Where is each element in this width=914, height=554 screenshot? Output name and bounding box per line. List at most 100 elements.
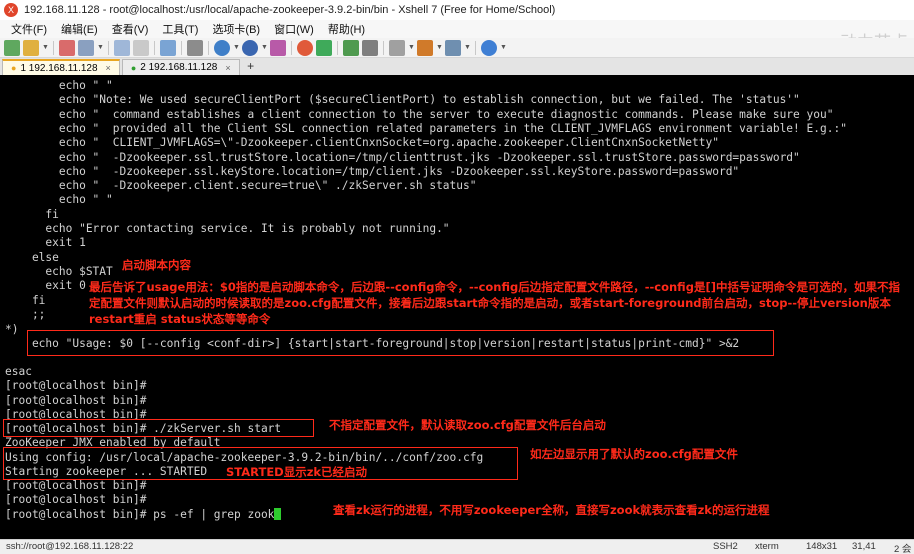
toolbar-divider: [154, 40, 155, 55]
menu-tools[interactable]: 工具(T): [155, 21, 205, 37]
terminal-line: echo " ": [5, 79, 113, 92]
text-cursor: [274, 508, 282, 520]
menu-view[interactable]: 查看(V): [105, 21, 156, 37]
terminal-line: [root@localhost bin]#: [5, 493, 147, 506]
new-session-icon[interactable]: [4, 39, 20, 56]
terminal-line: echo " command establishes a client conn…: [5, 108, 834, 121]
tab-label: 2 192.168.11.128: [140, 62, 218, 73]
terminal-output[interactable]: echo " " echo "Note: We used secureClien…: [0, 75, 914, 539]
pin-icon: ●: [130, 62, 137, 73]
chevron-down-icon[interactable]: ▼: [436, 40, 443, 56]
tab-session-2[interactable]: ● 2 192.168.11.128 ×: [121, 59, 240, 75]
terminal-line: echo "Note: We used secureClientPort ($s…: [5, 93, 800, 106]
highlight-usage-box: [27, 330, 774, 356]
toolbar-divider: [108, 40, 109, 55]
session-tab-bar: ● 1 192.168.11.128 × ● 2 192.168.11.128 …: [0, 58, 914, 75]
open-folder-icon[interactable]: [23, 39, 39, 56]
terminal-line: ;;: [5, 308, 46, 321]
annotation-config-note: 如左边显示用了默认的zoo.cfg配置文件: [530, 447, 738, 461]
print-icon[interactable]: [187, 39, 203, 56]
terminal-line: echo $STAT: [5, 265, 113, 278]
pin-icon: ●: [11, 63, 17, 73]
terminal-prompt-line[interactable]: [root@localhost bin]# ps -ef | grep zook: [5, 508, 282, 522]
search-icon[interactable]: [160, 39, 176, 56]
terminal-line: exit 0: [5, 279, 86, 292]
tab-session-1[interactable]: ● 1 192.168.11.128 ×: [2, 59, 120, 75]
toolbar-divider: [53, 40, 54, 55]
cursor-position-label: 31,41: [852, 541, 876, 552]
help-icon[interactable]: [481, 39, 497, 56]
add-tab-button[interactable]: +: [243, 59, 259, 75]
script-icon[interactable]: [417, 39, 433, 56]
disconnect-icon[interactable]: [78, 39, 94, 56]
copy-icon[interactable]: [114, 39, 130, 56]
terminal-line: exit 1: [5, 236, 86, 249]
annotation-started-note: STARTED显示zk已经启动: [226, 465, 368, 479]
menu-help[interactable]: 帮助(H): [321, 21, 372, 37]
toolbar: ▼ ▼ ▼ ▼ ▼ ▼ ▼ ▼: [0, 38, 914, 58]
terminal-line: echo " provided all the Client SSL conne…: [5, 122, 847, 135]
terminal-line: echo " -Dzookeeper.ssl.keyStore.location…: [5, 165, 740, 178]
close-icon[interactable]: ×: [106, 63, 111, 73]
terminal-line: echo "Error contacting service. It is pr…: [5, 222, 450, 235]
paste-icon[interactable]: [133, 39, 149, 56]
connection-address: ssh://root@192.168.11.128:22: [6, 541, 134, 552]
menu-bar: 文件(F) 编辑(E) 查看(V) 工具(T) 选项卡(B) 窗口(W) 帮助(…: [0, 20, 914, 38]
terminal-size-label: 148x31: [806, 541, 838, 552]
annotation-grep-note: 查看zk运行的进程，不用写zookeeper全称，直接写zook就表示查看zk的…: [333, 503, 770, 517]
terminal-line: fi: [5, 208, 59, 221]
session-count-label: 2 会: [894, 544, 912, 554]
close-icon[interactable]: ×: [225, 63, 230, 73]
globe-icon[interactable]: [214, 39, 230, 56]
toolbar-divider: [475, 40, 476, 55]
toolbar-divider: [181, 40, 182, 55]
chevron-down-icon[interactable]: ▼: [97, 40, 104, 56]
terminal-line: echo " -Dzookeeper.ssl.trustStore.locati…: [5, 151, 800, 164]
chevron-down-icon[interactable]: ▼: [261, 40, 268, 56]
protocol-label: SSH2: [713, 541, 738, 552]
prompt-text: [root@localhost bin]# ps -ef | grep zook: [5, 508, 275, 521]
annotation-startup-script: 启动脚本内容: [122, 258, 191, 272]
terminal-type-label: xterm: [755, 541, 779, 552]
xftp-icon[interactable]: [297, 39, 313, 56]
fullscreen-icon[interactable]: [343, 39, 359, 56]
menu-file[interactable]: 文件(F): [4, 21, 54, 37]
terminal-line: fi: [5, 294, 46, 307]
chevron-down-icon[interactable]: ▼: [408, 40, 415, 56]
layout-icon[interactable]: [445, 39, 461, 56]
terminal-line: [root@localhost bin]#: [5, 479, 147, 492]
toolbar-divider: [291, 40, 292, 55]
xshell-logo-icon: X: [4, 3, 18, 17]
title-bar: X 192.168.11.128 - root@localhost:/usr/l…: [0, 0, 914, 20]
lock-icon[interactable]: [362, 39, 378, 56]
highlight-start-command-box: [3, 419, 314, 437]
terminal-line: [root@localhost bin]#: [5, 379, 147, 392]
terminal-line: echo " -Dzookeeper.client.secure=true\" …: [5, 179, 477, 192]
toolbar-divider: [208, 40, 209, 55]
terminal-line: echo " ": [5, 193, 113, 206]
keyboard-icon[interactable]: [389, 39, 405, 56]
menu-edit[interactable]: 编辑(E): [54, 21, 105, 37]
terminal-line: esac: [5, 365, 32, 378]
tab-label: 1 192.168.11.128: [20, 62, 98, 74]
toolbar-divider: [337, 40, 338, 55]
annotation-start-note: 不指定配置文件，默认读取zoo.cfg配置文件后台启动: [329, 418, 606, 432]
terminal-line: [root@localhost bin]#: [5, 394, 147, 407]
status-bar: ssh://root@192.168.11.128:22 SSH2 xterm …: [0, 539, 914, 554]
terminal-line: echo " CLIENT_JVMFLAGS=\"-Dzookeeper.cli…: [5, 136, 719, 149]
font-icon[interactable]: [270, 39, 286, 56]
terminal-line: else: [5, 251, 59, 264]
annotation-usage-note: 最后告诉了usage用法：$0指的是启动脚本命令，后边跟--config命令，-…: [89, 280, 900, 326]
terminal-line: *): [5, 323, 19, 336]
chevron-down-icon[interactable]: ▼: [233, 40, 240, 56]
chevron-down-icon[interactable]: ▼: [42, 40, 49, 56]
menu-tabs[interactable]: 选项卡(B): [205, 21, 267, 37]
connect-icon[interactable]: [59, 39, 75, 56]
window-title: 192.168.11.128 - root@localhost:/usr/loc…: [24, 4, 556, 16]
toolbar-divider: [383, 40, 384, 55]
menu-window[interactable]: 窗口(W): [267, 21, 321, 37]
transfer-icon[interactable]: [316, 39, 332, 56]
chevron-down-icon[interactable]: ▼: [500, 40, 507, 56]
color-scheme-icon[interactable]: [242, 39, 258, 56]
chevron-down-icon[interactable]: ▼: [464, 40, 471, 56]
